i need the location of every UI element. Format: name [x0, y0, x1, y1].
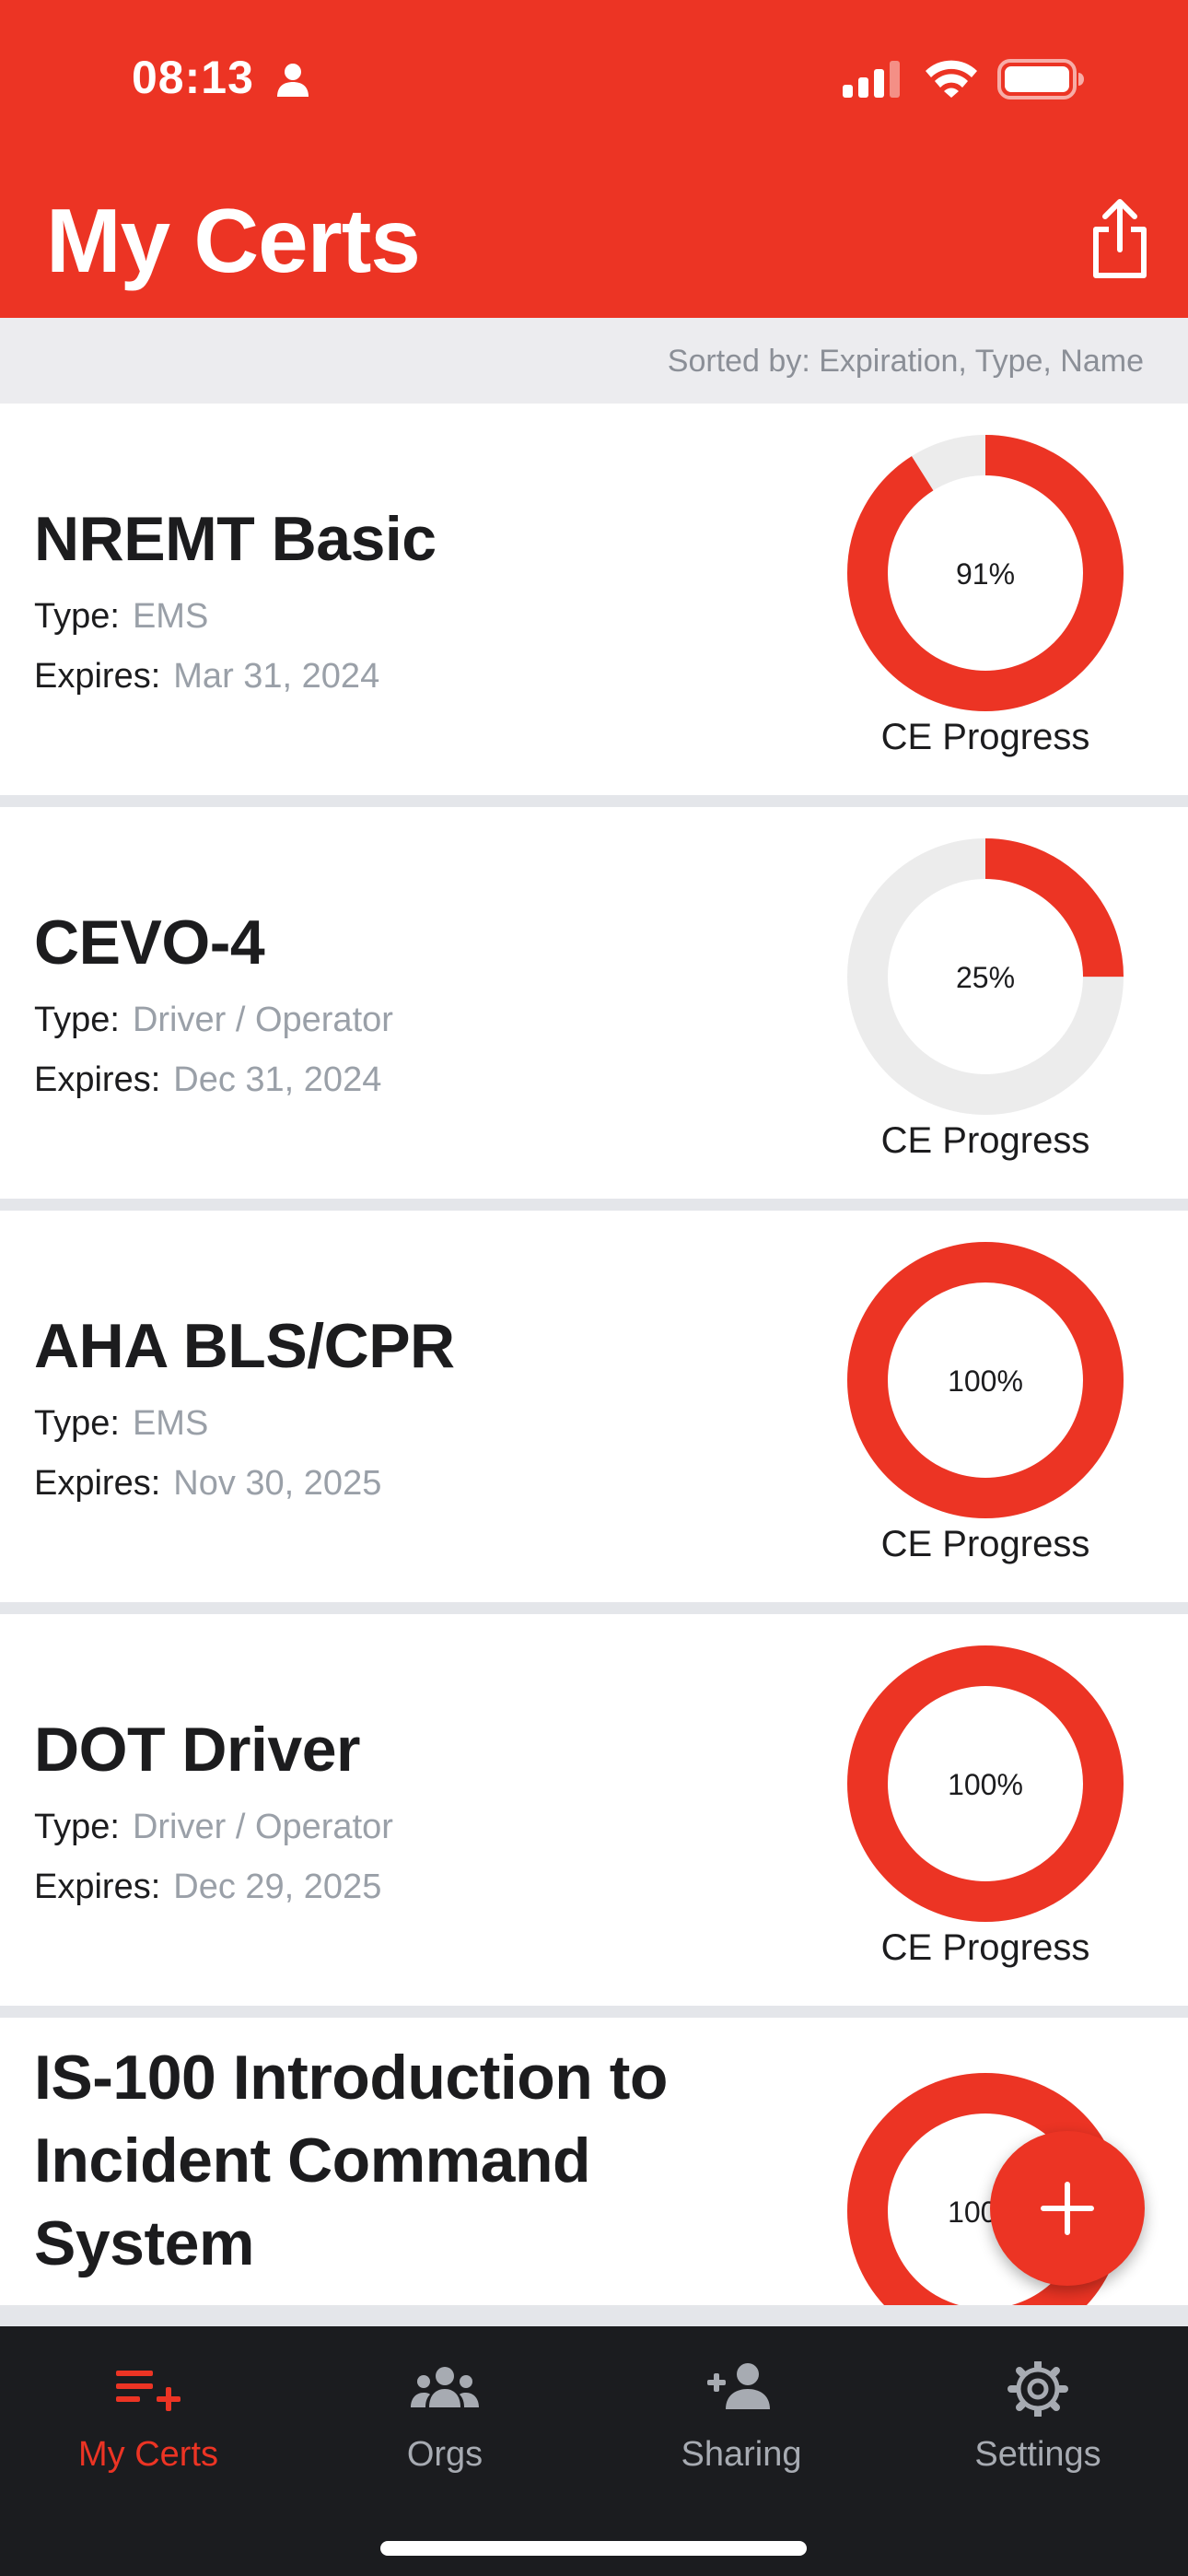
- page-title: My Certs: [46, 190, 421, 291]
- tab-orgs[interactable]: Orgs: [297, 2326, 593, 2511]
- sort-bar: Sorted by: Expiration, Type, Name: [0, 318, 1188, 404]
- tab-label: Orgs: [406, 2435, 483, 2474]
- app-header: 08:13 My Certs: [0, 0, 1188, 318]
- type-label: Type:: [34, 1001, 120, 1039]
- sort-label: Sorted by: Expiration, Type, Name: [667, 344, 1144, 379]
- gear-icon: [1007, 2361, 1068, 2417]
- cert-type-row: Type: EMS: [34, 597, 208, 637]
- cert-title: IS-100 Introduction to Incident Command …: [34, 2036, 668, 2285]
- tab-my-certs[interactable]: My Certs: [0, 2326, 297, 2511]
- ce-progress-donut: 100%: [847, 1645, 1124, 1922]
- cert-type-row: Type: EMS: [34, 1404, 208, 1444]
- tab-label: Sharing: [681, 2435, 802, 2474]
- progress-value: 100%: [948, 1768, 1023, 1801]
- cert-card[interactable]: AHA BLS/CPR Type: EMS Expires: Nov 30, 202…: [0, 1211, 1188, 1602]
- cert-expires-row: Expires: Nov 30, 2025: [34, 1464, 381, 1504]
- ce-progress-label: CE Progress: [880, 1120, 1090, 1161]
- cert-type-row: Type: Driver / Operator: [34, 1808, 393, 1847]
- cert-card[interactable]: DOT Driver Type: Driver / Operator Expire…: [0, 1614, 1188, 2006]
- person-add-icon: [707, 2363, 770, 2409]
- cert-title: AHA BLS/CPR: [34, 1311, 455, 1381]
- tab-label: Settings: [974, 2435, 1101, 2474]
- cert-expires: Nov 30, 2025: [173, 1464, 382, 1503]
- cert-type: EMS: [132, 597, 209, 636]
- cert-expires-row: Expires: Mar 31, 2024: [34, 657, 379, 697]
- tab-label: My Certs: [78, 2435, 218, 2474]
- expires-label: Expires:: [34, 1464, 161, 1503]
- cert-title: NREMT Basic: [34, 504, 437, 574]
- plus-icon: [1041, 2182, 1094, 2235]
- cert-type-row: Type: Driver / Operator: [34, 1001, 393, 1040]
- add-cert-button[interactable]: [990, 2131, 1145, 2286]
- cert-expires-row: Expires: Dec 31, 2024: [34, 1060, 381, 1100]
- ce-progress-donut: 91%: [847, 435, 1124, 711]
- progress-value: 91%: [956, 557, 1015, 591]
- group-icon: [411, 2367, 479, 2407]
- type-label: Type:: [34, 1404, 120, 1443]
- home-indicator: [380, 2541, 807, 2556]
- type-label: Type:: [34, 1808, 120, 1846]
- cert-title: DOT Driver: [34, 1715, 361, 1785]
- cert-expires: Mar 31, 2024: [173, 657, 380, 696]
- ce-progress-label: CE Progress: [880, 717, 1090, 757]
- tab-sharing[interactable]: Sharing: [593, 2326, 890, 2511]
- expires-label: Expires:: [34, 657, 161, 696]
- progress-value: 25%: [956, 961, 1015, 994]
- expires-label: Expires:: [34, 1060, 161, 1099]
- cert-expires-row: Expires: Dec 29, 2025: [34, 1868, 381, 1907]
- list-add-icon: [116, 2371, 181, 2411]
- cert-expires: Dec 29, 2025: [173, 1868, 382, 1906]
- ce-progress-label: CE Progress: [880, 1927, 1090, 1968]
- cert-type: Driver / Operator: [132, 1001, 393, 1039]
- ce-progress-label: CE Progress: [880, 1524, 1090, 1564]
- status-time: 08:13: [132, 52, 254, 103]
- expires-label: Expires:: [34, 1868, 161, 1906]
- tab-bar: My Certs Orgs Sharing Settings: [0, 2326, 1188, 2576]
- tab-settings[interactable]: Settings: [890, 2326, 1186, 2511]
- signal-icon: [843, 61, 900, 98]
- ce-progress-donut: 25%: [847, 838, 1124, 1115]
- share-icon[interactable]: [1087, 198, 1153, 281]
- person-icon: [277, 64, 309, 97]
- cert-title-line: System: [34, 2208, 254, 2278]
- cert-expires: Dec 31, 2024: [173, 1060, 382, 1099]
- cert-title-line: Incident Command: [34, 2125, 591, 2195]
- type-label: Type:: [34, 597, 120, 636]
- battery-icon: [997, 59, 1084, 100]
- cert-type: Driver / Operator: [132, 1808, 393, 1846]
- cert-card[interactable]: NREMT Basic Type: EMS Expires: Mar 31, 202…: [0, 404, 1188, 795]
- wifi-icon: [926, 60, 977, 98]
- progress-value: 100%: [948, 1364, 1023, 1398]
- ce-progress-donut: 100%: [847, 1242, 1124, 1518]
- cert-title-line: IS-100 Introduction to: [34, 2043, 668, 2113]
- cert-type: EMS: [132, 1404, 209, 1443]
- cert-title: CEVO-4: [34, 907, 265, 978]
- cert-card[interactable]: CEVO-4 Type: Driver / Operator Expires: De…: [0, 807, 1188, 1199]
